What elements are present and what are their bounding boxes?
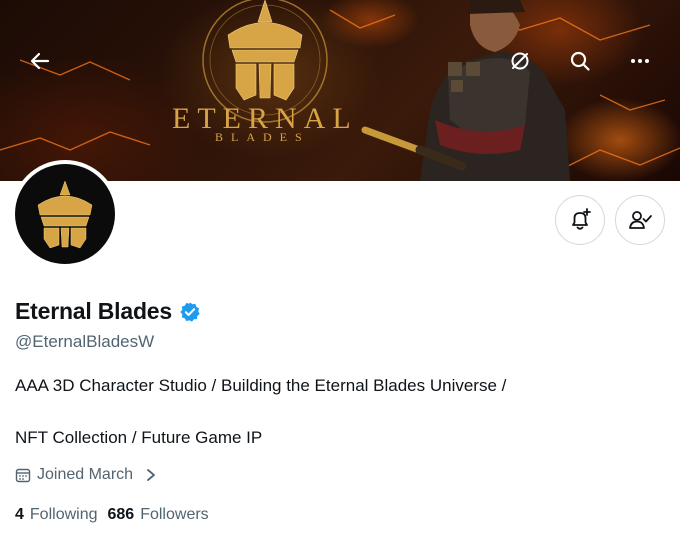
profile-banner[interactable]: ETERNAL BLADES bbox=[0, 0, 680, 181]
bio-line: AAA 3D Character Studio / Building the E… bbox=[15, 376, 507, 395]
profile-handle: @EternalBladesW bbox=[15, 332, 155, 351]
more-button[interactable] bbox=[622, 43, 658, 79]
banner-logo-subtitle: BLADES bbox=[215, 130, 310, 144]
bell-plus-icon bbox=[572, 208, 591, 230]
arrow-left-icon bbox=[30, 52, 50, 70]
follow-stats: 4 Following 686 Followers bbox=[15, 506, 209, 524]
person-check-icon bbox=[629, 211, 652, 229]
helmet-logo-icon bbox=[37, 180, 93, 249]
following-count: 4 bbox=[15, 506, 24, 523]
avatar-image bbox=[15, 164, 115, 264]
followers-link[interactable]: 686 Followers bbox=[108, 506, 209, 524]
verified-badge-icon[interactable] bbox=[179, 301, 201, 323]
followers-count: 686 bbox=[107, 506, 135, 523]
bio-line: NFT Collection / Future Game IP bbox=[15, 428, 263, 447]
back-button[interactable] bbox=[22, 43, 58, 79]
following-button[interactable] bbox=[615, 195, 665, 245]
banner-artwork bbox=[0, 0, 680, 181]
profile-name-row: Eternal Blades bbox=[15, 298, 201, 325]
search-button[interactable] bbox=[562, 43, 598, 79]
display-name: Eternal Blades bbox=[15, 298, 172, 324]
calendar-icon bbox=[15, 468, 31, 483]
joined-date[interactable]: Joined March bbox=[15, 466, 157, 484]
chevron-right-icon bbox=[147, 469, 155, 481]
refresh-button[interactable] bbox=[502, 43, 538, 79]
more-dots-icon bbox=[631, 59, 649, 63]
notify-button[interactable] bbox=[555, 195, 605, 245]
search-icon bbox=[570, 51, 590, 71]
following-label: Following bbox=[29, 506, 98, 523]
following-link[interactable]: 4 Following bbox=[15, 506, 98, 524]
joined-label: Joined March bbox=[37, 466, 134, 483]
refresh-icon bbox=[511, 52, 529, 70]
profile-avatar[interactable] bbox=[11, 160, 119, 268]
followers-label: Followers bbox=[140, 506, 209, 523]
